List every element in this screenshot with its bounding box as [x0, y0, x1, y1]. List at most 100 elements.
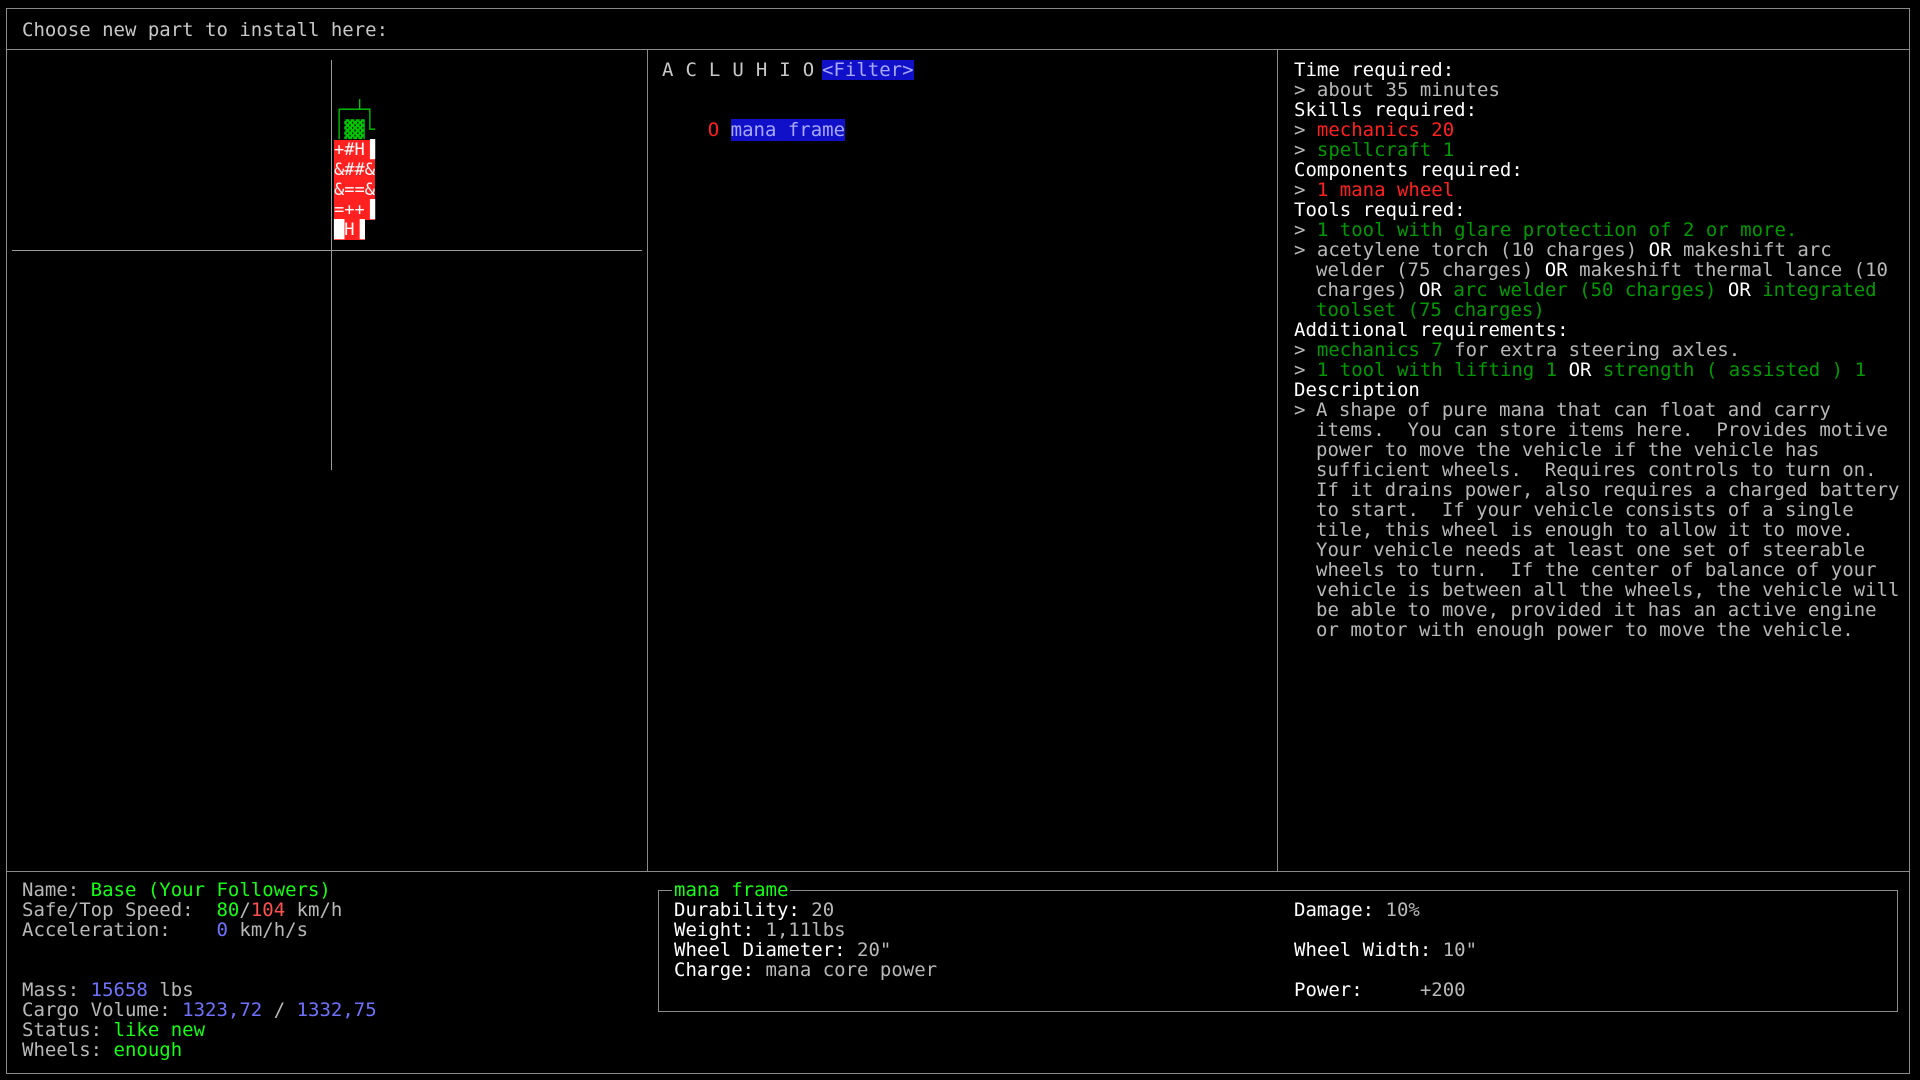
label: Name:: [22, 879, 80, 901]
tool-option: welder (75 charges): [1316, 259, 1534, 281]
map-cursor-vertical: [331, 60, 332, 470]
description-text: A shape of pure mana that can float and …: [1316, 400, 1899, 640]
status-value: like new: [113, 1019, 206, 1041]
weight-value: 1,11lbs: [765, 919, 846, 941]
label: Cargo Volume:: [22, 999, 171, 1021]
category-tab[interactable]: O: [803, 59, 814, 81]
vehicle-name: Base (Your Followers): [90, 879, 331, 901]
category-tab[interactable]: C: [685, 59, 696, 81]
label: Damage:: [1294, 899, 1375, 921]
additional-strength: strength ( assisted ) 1: [1602, 359, 1867, 381]
vehicle-name-row: Name: Base (Your Followers): [22, 880, 331, 900]
category-tab[interactable]: L: [709, 59, 720, 81]
damage-row: Damage: 10%: [1294, 900, 1420, 920]
list-item-hotkey: O: [707, 119, 720, 141]
category-tab[interactable]: I: [779, 59, 790, 81]
tool-option: charges): [1316, 279, 1408, 301]
or-text: OR: [1418, 279, 1442, 301]
charge-value: mana core power: [765, 959, 938, 981]
vehicle-tile-row: ┌─┴┐: [334, 100, 375, 120]
category-tab[interactable]: A: [662, 59, 673, 81]
wheels-value: enough: [113, 1039, 183, 1061]
bottom-divider: [7, 871, 1909, 872]
description-line: be able to move, provided it has an acti…: [1316, 599, 1877, 621]
description-line: tile, this wheel is enough to allow it t…: [1316, 519, 1854, 541]
category-tabs: ACLUHIO: [662, 60, 826, 80]
list-item[interactable]: O mana frame: [662, 100, 846, 160]
header-prompt: Choose new part to install here:: [22, 19, 389, 41]
tool-option: acetylene torch (10 charges): [1316, 239, 1638, 261]
tool-line-cont: toolset (75 charges): [1316, 299, 1545, 321]
tool-option: makeshift arc: [1682, 239, 1832, 261]
top-speed: 104: [250, 899, 286, 921]
description-bullet: >: [1294, 399, 1306, 421]
requirements-panel: Time required: > about 35 minutes Skills…: [1278, 50, 1906, 870]
label: Charge:: [674, 959, 755, 981]
category-tab[interactable]: U: [732, 59, 743, 81]
tool-line: > 1 tool with glare protection of 2 or m…: [1294, 219, 1798, 241]
description-line: items. You can store items here. Provide…: [1316, 419, 1888, 441]
label: Power:: [1294, 979, 1363, 1001]
label: Status:: [22, 1019, 103, 1041]
category-tab[interactable]: H: [756, 59, 767, 81]
skill-spellcraft: spellcraft 1: [1316, 139, 1455, 161]
speed-row: Safe/Top Speed: 80/104 km/h: [22, 900, 342, 920]
label: Wheel Diameter:: [674, 939, 846, 961]
additional-heading: Additional requirements:: [1294, 319, 1569, 341]
or-text: OR: [1727, 279, 1751, 301]
acceleration-row: Acceleration: 0 km/h/s: [22, 920, 308, 940]
components-heading: Components required:: [1294, 159, 1523, 181]
cargo-row: Cargo Volume: 1323,72 / 1332,75: [22, 1000, 377, 1020]
durability-value: 20: [811, 899, 835, 921]
cargo-used: 1323,72: [182, 999, 263, 1021]
tool-line: > acetylene torch (10 charges) OR makesh…: [1294, 239, 1832, 261]
description-line: to start. If your vehicle consists of a …: [1316, 499, 1854, 521]
label: Mass:: [22, 979, 80, 1001]
tool-option: makeshift thermal lance (10: [1579, 259, 1888, 281]
width-value: 10": [1442, 939, 1478, 961]
tools-heading: Tools required:: [1294, 199, 1466, 221]
label: Wheels:: [22, 1039, 103, 1061]
additional-tool: 1 tool with lifting 1: [1316, 359, 1558, 381]
acceleration-value: 0: [216, 919, 228, 941]
safe-speed: 80: [216, 899, 240, 921]
skills-heading: Skills required:: [1294, 99, 1478, 121]
label: Durability:: [674, 899, 800, 921]
unit: km/h: [296, 899, 343, 921]
mass-value: 15658: [90, 979, 148, 1001]
status-row: Status: like new: [22, 1020, 205, 1040]
description-line: or motor with enough power to move the v…: [1316, 619, 1854, 641]
durability-row: Durability: 20: [674, 900, 834, 920]
label: Acceleration:: [22, 919, 171, 941]
skill-line: > mechanics 20: [1294, 119, 1455, 141]
vehicle-tile-row: +#H▐: [334, 140, 375, 160]
mass-row: Mass: 15658 lbs: [22, 980, 194, 1000]
skill-line: > spellcraft 1: [1294, 139, 1455, 161]
or-text: OR: [1544, 259, 1568, 281]
description-line: sufficient wheels. Requires controls to …: [1316, 459, 1877, 481]
diameter-value: 20": [857, 939, 892, 961]
tool-option: integrated: [1762, 279, 1877, 301]
time-heading: Time required:: [1294, 59, 1455, 81]
diameter-row: Wheel Diameter: 20": [674, 940, 891, 960]
charge-row: Charge: mana core power: [674, 960, 937, 980]
additional-skill: mechanics 7: [1316, 339, 1443, 361]
label: Wheel Width:: [1294, 939, 1432, 961]
description-line: Your vehicle needs at least one set of s…: [1316, 539, 1866, 561]
width-row: Wheel Width: 10": [1294, 940, 1477, 960]
time-value-line: > about 35 minutes: [1294, 79, 1500, 101]
component-line: > 1 mana wheel: [1294, 179, 1455, 201]
tool-line-cont: welder (75 charges) OR makeshift thermal…: [1316, 260, 1888, 280]
unit: km/h/s: [239, 919, 309, 941]
filter-button[interactable]: <Filter>: [822, 60, 914, 80]
power-value: +200: [1419, 979, 1466, 1001]
description-line: wheels to turn. If the center of balance…: [1316, 559, 1877, 581]
or-text: OR: [1648, 239, 1672, 261]
description-line: vehicle is between all the wheels, the v…: [1316, 579, 1900, 601]
additional-line: > mechanics 7 for extra steering axles.: [1294, 339, 1741, 361]
part-info-title: mana frame: [672, 879, 791, 901]
vehicle-map[interactable]: ┌─┴┐ │▓▓└ +#H▐ &##& &==& =++▐ █H▐: [8, 50, 646, 870]
vehicle-tile-row: &==&: [334, 180, 375, 200]
vehicle-tile-row: =++▐: [334, 200, 375, 220]
power-row: Power: +200: [1294, 980, 1466, 1000]
